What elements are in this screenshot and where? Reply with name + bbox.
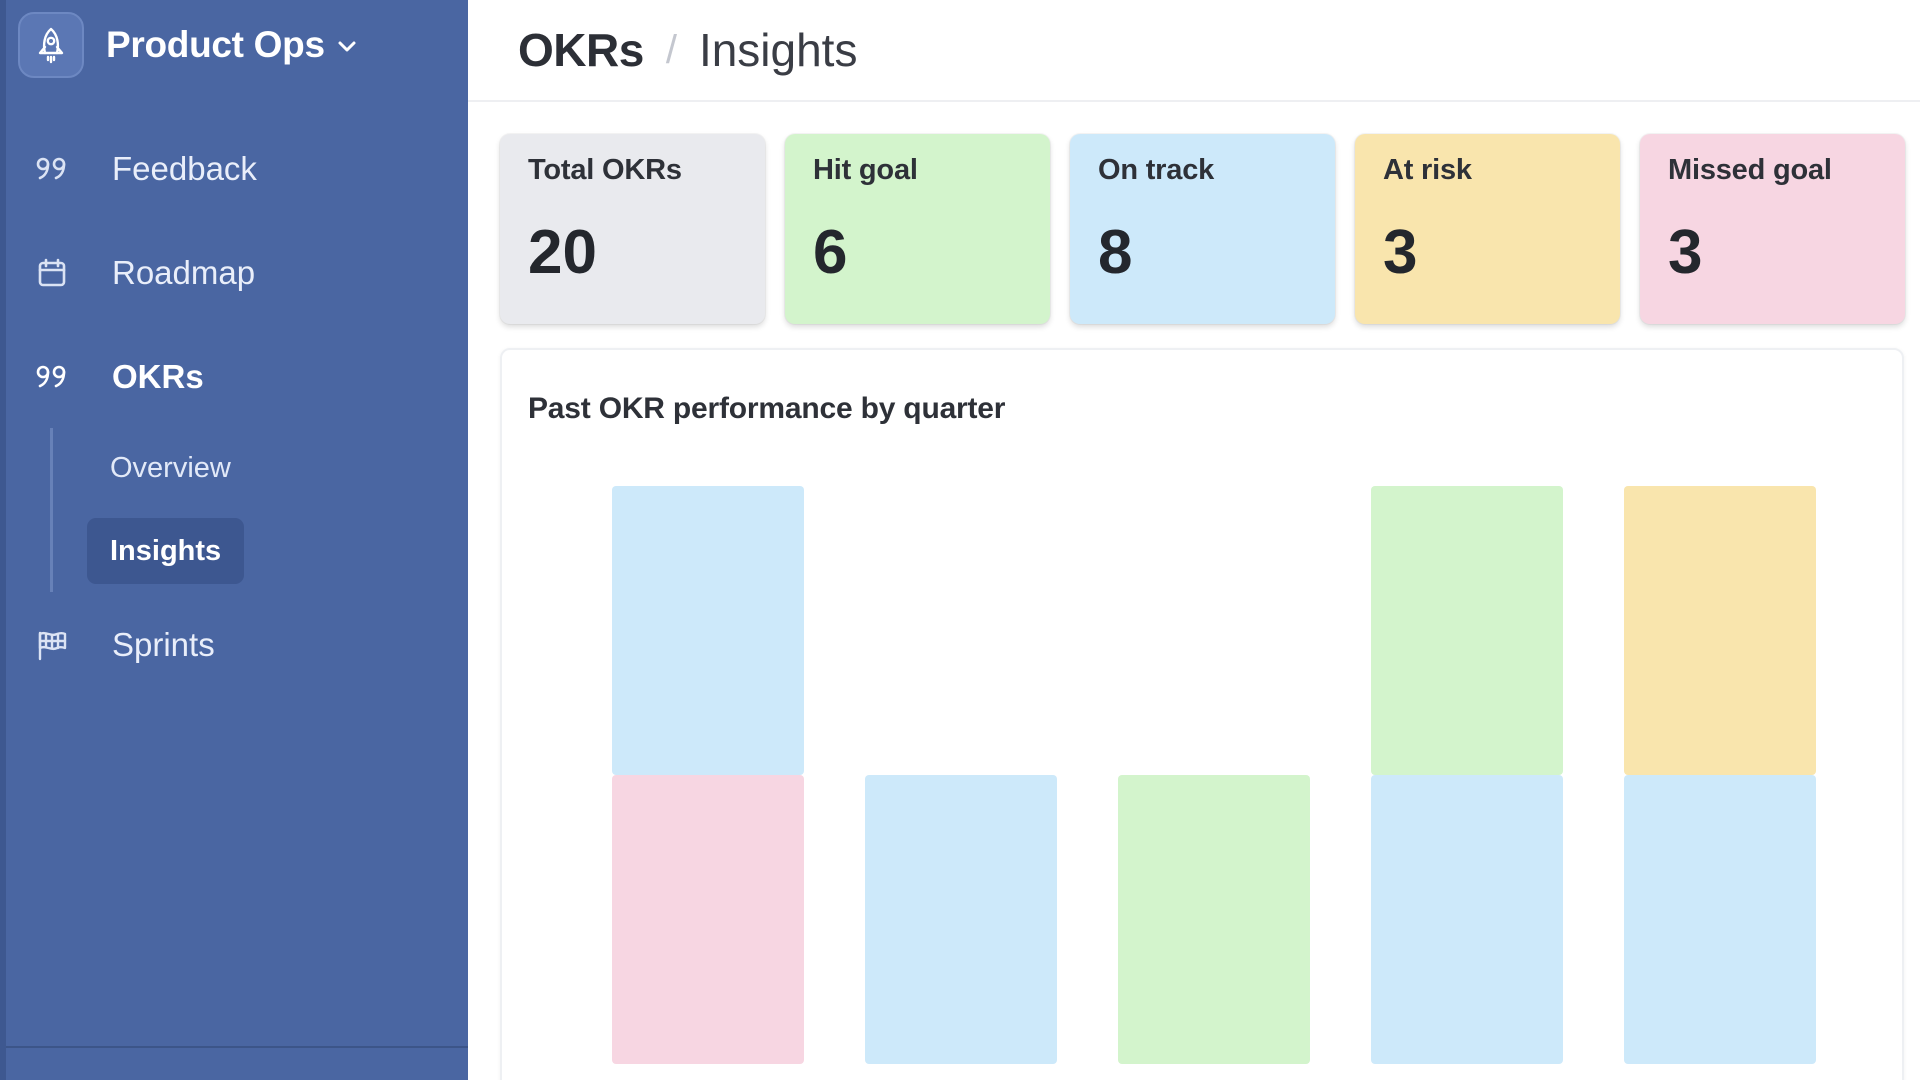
breadcrumb: OKRs / Insights [468,0,1920,102]
calendar-icon [34,255,70,291]
stat-card-total: Total OKRs 20 [500,134,765,324]
breadcrumb-root[interactable]: OKRs [518,23,644,77]
stat-card-at-risk: At risk 3 [1355,134,1620,324]
okr-performance-chart-card: Past OKR performance by quarter [500,348,1904,1080]
bar-segment-on-track[interactable] [1624,775,1816,1064]
stat-value: 3 [1668,218,1703,287]
sidebar-item-label: Sprints [112,626,215,663]
stat-value: 8 [1098,218,1133,287]
stat-value: 6 [813,218,848,287]
bar-segment-on-track[interactable] [612,486,804,775]
sidebar-item-feedback[interactable]: Feedback [34,150,257,188]
sidebar-item-okrs[interactable]: OKRs [34,358,204,396]
stat-label: Missed goal [1668,154,1832,186]
submenu-guide-line [50,428,53,592]
stat-value: 20 [528,218,597,287]
sidebar-footer-divider [6,1046,468,1048]
workspace-name: Product Ops [106,24,325,65]
sidebar-item-label: OKRs [112,358,204,395]
sidebar-item-label: Roadmap [112,254,256,291]
sidebar-item-label: Feedback [112,150,257,187]
stat-card-hit-goal: Hit goal 6 [785,134,1050,324]
sidebar-item-roadmap[interactable]: Roadmap [34,254,255,292]
stat-card-on-track: On track 8 [1070,134,1335,324]
bar-segment-on-track[interactable] [865,775,1057,1064]
bar-segment-hit-goal[interactable] [1371,486,1563,775]
quote-icon [34,151,70,187]
bar-segment-missed-goal[interactable] [612,775,804,1064]
sidebar-item-sprints[interactable]: Sprints [34,626,215,664]
page-title: Insights [698,24,858,76]
sidebar: Product Ops Feedback Roadmap OKRs Overvi… [0,0,468,1080]
workspace-switcher[interactable]: Product Ops [18,12,359,78]
stat-label: Hit goal [813,154,918,186]
bar-segment-at-risk[interactable] [1624,486,1816,775]
stat-label: On track [1098,154,1215,186]
breadcrumb-separator: / [665,27,677,72]
bar-segment-on-track[interactable] [1371,775,1563,1064]
stats-row: Total OKRs 20 Hit goal 6 On track 8 At r… [500,134,1905,324]
quote-icon [34,359,70,395]
bar-segment-hit-goal[interactable] [1118,775,1310,1064]
sidebar-subitem-insights[interactable]: Insights [87,518,245,584]
chevron-down-icon [335,34,359,63]
stat-label: At risk [1383,154,1472,186]
okr-performance-chart [612,486,1816,1064]
stat-label: Total OKRs [528,154,682,186]
app-root: Product Ops Feedback Roadmap OKRs Overvi… [0,0,1920,1080]
stat-value: 3 [1383,218,1418,287]
flag-icon [34,627,70,663]
sidebar-subitem-overview[interactable]: Overview [110,452,231,485]
main-content: OKRs / Insights Total OKRs 20 Hit goal 6… [468,0,1920,1080]
rocket-icon [18,12,84,78]
stat-card-missed-goal: Missed goal 3 [1640,134,1905,324]
